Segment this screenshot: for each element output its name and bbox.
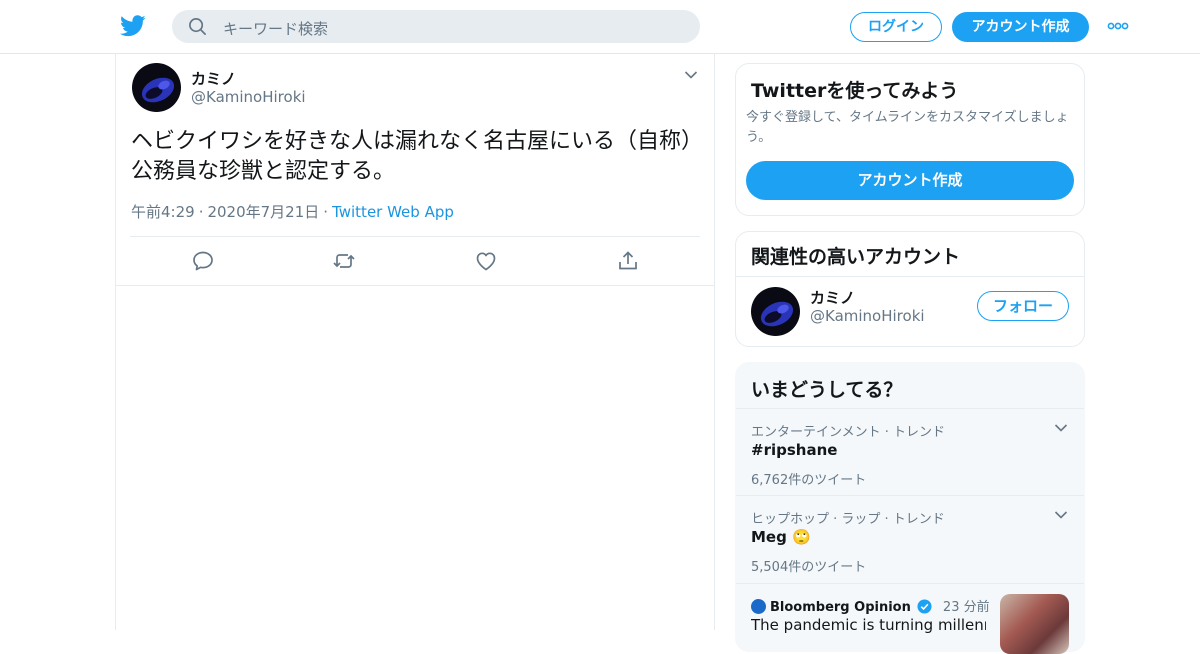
- news-source: Bloomberg Opinion 23 分前: [751, 596, 990, 615]
- news-thumbnail[interactable]: [1000, 594, 1069, 654]
- tweet-date[interactable]: 2020年7月21日: [207, 203, 319, 221]
- news-source-name[interactable]: Bloomberg Opinion: [770, 600, 911, 615]
- signup-card-button[interactable]: アカウント作成: [746, 161, 1074, 200]
- trend-tweet-count: 6,762件のツイート: [751, 473, 867, 488]
- signup-button[interactable]: アカウント作成: [952, 12, 1089, 42]
- tweet-metadata: 午前4:29 · 2020年7月21日 · Twitter Web App: [131, 201, 454, 222]
- signup-card-title: Twitterを使ってみよう: [751, 80, 959, 102]
- trends-title: いまどうしてる？: [751, 379, 903, 401]
- tweet-author-name[interactable]: カミノ: [191, 68, 236, 89]
- like-heart-icon[interactable]: [474, 249, 498, 273]
- tweet-source-link[interactable]: Twitter Web App: [332, 203, 454, 221]
- verified-badge-icon: [917, 599, 932, 614]
- meta-separator: ·: [323, 203, 329, 221]
- related-account-name[interactable]: カミノ: [810, 287, 855, 308]
- search-icon: [189, 18, 206, 35]
- retweet-icon[interactable]: [332, 249, 356, 273]
- trend-item[interactable]: ヒップホップ · ラップ · トレンド Meg 🙄 5,504件のツイート: [736, 495, 1084, 583]
- avatar[interactable]: [751, 287, 800, 336]
- trend-name[interactable]: #ripshane: [751, 441, 837, 459]
- avatar[interactable]: [132, 63, 181, 112]
- twitter-bird-icon[interactable]: [120, 14, 146, 38]
- top-navigation-bar: キーワード検索 ログイン アカウント作成: [0, 0, 1200, 54]
- news-headline[interactable]: The pandemic is turning millennials: [751, 616, 986, 634]
- trend-category: エンターテインメント · トレンド: [751, 425, 946, 440]
- trend-item[interactable]: エンターテインメント · トレンド #ripshane 6,762件のツイート: [736, 408, 1084, 495]
- signup-card-description: 今すぐ登録して、タイムラインをカスタマイズしましょう。: [746, 110, 1069, 145]
- news-item[interactable]: Bloomberg Opinion 23 分前 The pandemic is …: [736, 583, 1084, 654]
- tweet-actions: [116, 249, 716, 273]
- tweet-text: ヘビクイワシを好きな人は漏れなく名古屋にいる（自称）公務員な珍獣と認定する。: [131, 129, 704, 184]
- login-button[interactable]: ログイン: [850, 12, 942, 42]
- trend-category: ヒップホップ · ラップ · トレンド: [751, 512, 945, 527]
- tweet-detail-column: カミノ @KaminoHiroki ヘビクイワシを好きな人は漏れなく名古屋にいる…: [115, 54, 715, 630]
- divider: [736, 276, 1084, 277]
- share-icon[interactable]: [616, 249, 640, 273]
- reply-icon[interactable]: [191, 249, 215, 273]
- search-input[interactable]: キーワード検索: [223, 18, 328, 39]
- chevron-down-icon[interactable]: [684, 70, 698, 80]
- related-accounts-title: 関連性の高いアカウント: [751, 246, 961, 268]
- tweet-author-handle[interactable]: @KaminoHiroki: [191, 88, 306, 106]
- news-time: 23 分前: [942, 600, 990, 615]
- trends-card: いまどうしてる？ エンターテインメント · トレンド #ripshane 6,7…: [735, 362, 1085, 654]
- search-bar[interactable]: キーワード検索: [172, 10, 700, 43]
- trend-tweet-count: 5,504件のツイート: [751, 560, 867, 575]
- chevron-down-icon[interactable]: [1054, 423, 1068, 433]
- chevron-down-icon[interactable]: [1054, 510, 1068, 520]
- more-options-icon[interactable]: [1107, 18, 1129, 34]
- tweet-time[interactable]: 午前4:29: [131, 203, 195, 221]
- follow-button[interactable]: フォロー: [977, 291, 1069, 321]
- divider: [116, 285, 714, 286]
- signup-prompt-card: Twitterを使ってみよう 今すぐ登録して、タイムラインをカスタマイズしましょ…: [735, 63, 1085, 216]
- related-account-handle[interactable]: @KaminoHiroki: [810, 307, 925, 325]
- divider: [130, 236, 700, 237]
- meta-separator: ·: [198, 203, 204, 221]
- related-accounts-card: 関連性の高いアカウント カミノ @KaminoHiroki フォロー: [735, 231, 1085, 347]
- trend-name[interactable]: Meg 🙄: [751, 528, 811, 546]
- news-source-logo: [751, 599, 766, 614]
